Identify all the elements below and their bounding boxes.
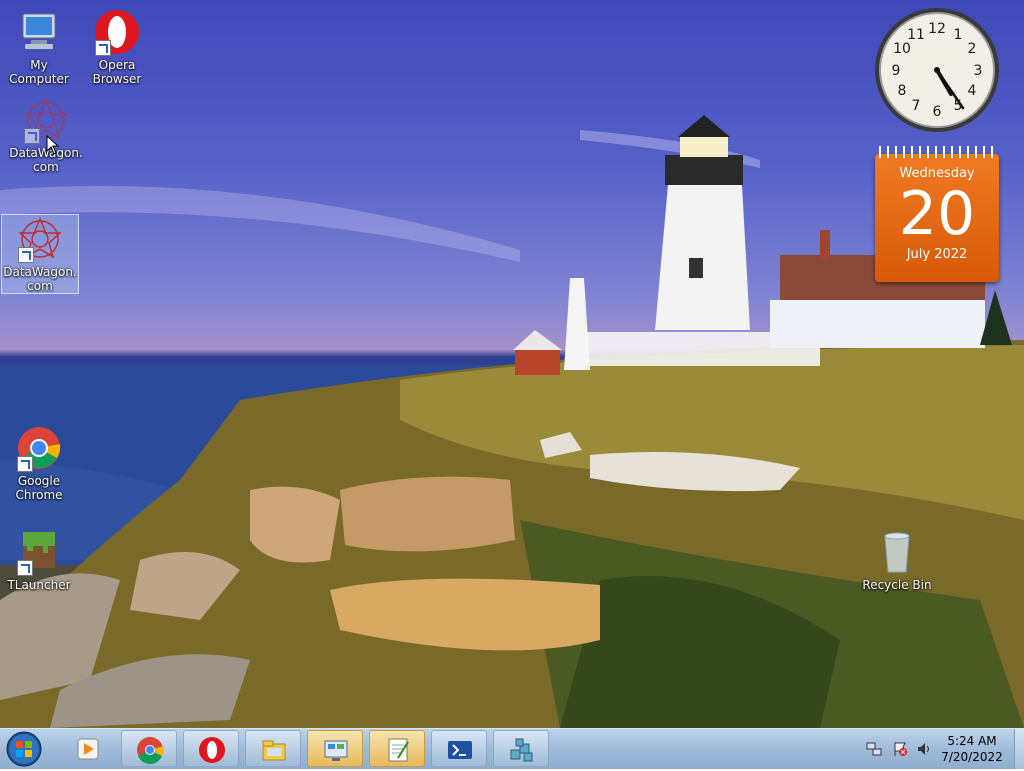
action-center-flag-icon[interactable] [892, 741, 908, 757]
google-chrome-icon[interactable]: Google Chrome [1, 424, 77, 502]
taskbar-time: 5:24 AM [947, 734, 997, 748]
clock-number-2: 2 [968, 41, 977, 57]
clock-number-6: 6 [933, 104, 942, 120]
control-panel-icon [324, 740, 348, 761]
clock-number-10: 10 [893, 41, 911, 57]
calendar-day-number: 20 [898, 179, 976, 249]
chrome-icon [15, 424, 63, 472]
taskbar-notepad-editor[interactable] [369, 730, 425, 767]
recycle-bin-icon[interactable]: Recycle Bin [859, 528, 935, 592]
grass-block-icon [15, 528, 63, 576]
opera-icon [93, 8, 141, 56]
shortcut-arrow-icon [17, 560, 33, 576]
folder-icon [262, 740, 286, 761]
desktop[interactable]: My Computer Opera Browser DataWagon.com … [0, 0, 1024, 728]
trash-icon [873, 528, 921, 576]
taskbar-opera[interactable] [183, 730, 239, 767]
datawagon-icon [16, 215, 64, 263]
taskbar-package-tool[interactable] [493, 730, 549, 767]
taskbar: 5:24 AM 7/20/2022 [0, 728, 1024, 769]
calendar-rings [879, 146, 995, 158]
media-player-icon [77, 738, 99, 760]
mouse-cursor-icon [46, 135, 60, 155]
clock-number-8: 8 [898, 83, 907, 99]
wallpaper-lighthouse [0, 115, 1024, 728]
clock-gadget[interactable]: 12 1 2 3 4 5 6 7 8 9 10 11 [873, 6, 1001, 134]
network-icon[interactable] [866, 741, 882, 757]
taskbar-google-chrome[interactable] [121, 730, 177, 767]
clock-number-12: 12 [928, 21, 946, 37]
taskbar-powershell[interactable] [431, 730, 487, 767]
clock-number-11: 11 [907, 27, 925, 43]
clock-number-9: 9 [892, 63, 901, 79]
calendar-gadget[interactable]: Wednesday 20 July 2022 [875, 146, 999, 282]
calendar-month-year: July 2022 [906, 247, 968, 262]
start-button[interactable] [4, 731, 44, 767]
clock-number-3: 3 [974, 63, 983, 79]
clock-number-4: 4 [968, 83, 977, 99]
powershell-icon [448, 741, 472, 759]
google-chrome-label: Google Chrome [15, 474, 63, 502]
clock-number-1: 1 [954, 27, 963, 43]
chrome-icon [137, 737, 164, 764]
computer-icon [15, 8, 63, 56]
shortcut-arrow-icon [24, 128, 40, 144]
opera-icon [199, 737, 225, 763]
cubes-icon [510, 738, 533, 762]
recycle-bin-label: Recycle Bin [862, 578, 932, 592]
volume-icon[interactable] [916, 741, 932, 757]
my-computer-icon[interactable]: My Computer [1, 8, 77, 86]
shortcut-arrow-icon [17, 456, 33, 472]
tlauncher-icon[interactable]: TLauncher [1, 528, 77, 592]
notepad-icon [388, 738, 409, 762]
opera-browser-icon[interactable]: Opera Browser [79, 8, 155, 86]
shortcut-arrow-icon [95, 40, 111, 56]
taskbar-date: 7/20/2022 [941, 750, 1003, 764]
datawagon-shortcut-2[interactable]: DataWagon.com [1, 214, 79, 294]
clock-number-7: 7 [912, 98, 921, 114]
taskbar-media-player[interactable] [60, 730, 116, 767]
shortcut-arrow-icon [18, 247, 34, 263]
tlauncher-label: TLauncher [7, 578, 71, 592]
opera-browser-label: Opera Browser [92, 58, 142, 86]
datawagon-label-2: DataWagon.com [3, 265, 77, 293]
show-desktop-button[interactable] [1014, 729, 1024, 769]
taskbar-file-explorer[interactable] [245, 730, 301, 767]
taskbar-clock[interactable]: 5:24 AM 7/20/2022 [932, 733, 1012, 765]
taskbar-control-panel[interactable] [307, 730, 363, 767]
my-computer-label: My Computer [9, 58, 69, 86]
